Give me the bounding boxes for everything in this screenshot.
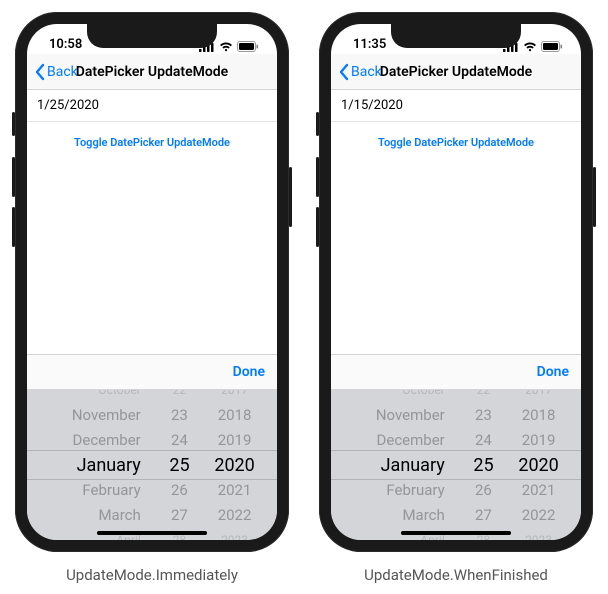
picker-item[interactable]: October [402,390,444,403]
picker-item-selected[interactable]: January [77,453,141,478]
picker-column-year[interactable]: 2017 2018 2019 2020 2021 2022 2023 [202,390,267,540]
home-indicator[interactable] [97,531,207,535]
date-field[interactable]: 1/15/2020 [331,90,581,122]
side-button [316,157,319,197]
status-time: 10:58 [49,37,82,52]
content-area: 1/15/2020 Toggle DatePicker UpdateMode [331,90,581,354]
picker-column-day[interactable]: 22 23 24 25 26 27 28 [461,390,506,540]
input-accessory-bar: Done [331,354,581,390]
battery-icon [237,41,259,52]
screen: 10:58 Back DatePicker UpdateMode 1/25/20… [27,24,277,540]
picker-item[interactable]: 27 [475,503,492,528]
picker-item[interactable]: October [98,390,140,403]
picker-item[interactable]: 22 [477,390,491,403]
picker-column-day[interactable]: 22 23 24 25 26 27 28 [157,390,202,540]
battery-icon [541,41,563,52]
input-accessory-bar: Done [27,354,277,390]
picker-item[interactable]: 23 [475,403,492,428]
picker-item[interactable]: November [72,403,141,428]
picker-item[interactable]: 2018 [218,403,252,428]
side-button [289,167,292,227]
picker-item[interactable]: March [98,503,140,528]
back-label: Back [351,64,382,80]
picker-item[interactable]: 2018 [522,403,556,428]
nav-bar: Back DatePicker UpdateMode [331,54,581,90]
picker-item[interactable]: 2019 [522,428,556,453]
picker-item[interactable]: 26 [171,478,188,503]
content-area: 1/25/2020 Toggle DatePicker UpdateMode [27,90,277,354]
picker-item[interactable]: December [73,428,141,453]
toggle-updatemode-button[interactable]: Toggle DatePicker UpdateMode [27,122,277,163]
picker-item-selected[interactable]: January [381,453,445,478]
wifi-icon [523,42,537,52]
device-frame-left: 10:58 Back DatePicker UpdateMode 1/25/20… [15,12,289,552]
done-button[interactable]: Done [537,364,569,380]
caption-left: UpdateMode.Immediately [66,566,238,584]
picker-item[interactable]: 24 [475,428,492,453]
side-button [316,112,319,136]
picker-item[interactable]: 2023 [525,528,552,541]
picker-item[interactable]: November [376,403,445,428]
date-picker[interactable]: October November December January Februa… [331,390,581,540]
screen: 11:35 Back DatePicker UpdateMode 1/15/20… [331,24,581,540]
picker-item[interactable]: 22 [173,390,187,403]
picker-item[interactable]: 2021 [522,478,556,503]
picker-item[interactable]: 2019 [218,428,252,453]
side-button [316,207,319,247]
back-label: Back [47,64,78,80]
chevron-left-icon [337,63,351,81]
status-time: 11:35 [353,37,386,52]
picker-item-selected[interactable]: 2020 [518,453,558,478]
nav-bar: Back DatePicker UpdateMode [27,54,277,90]
notch [87,24,217,48]
picker-item[interactable]: 2022 [522,503,556,528]
picker-item-selected[interactable]: 25 [473,453,493,478]
picker-item[interactable]: February [82,478,140,503]
picker-column-month[interactable]: October November December January Februa… [37,390,157,540]
notch [391,24,521,48]
caption-right: UpdateMode.WhenFinished [364,566,548,584]
date-field[interactable]: 1/25/2020 [27,90,277,122]
picker-item[interactable]: December [377,428,445,453]
wifi-icon [219,42,233,52]
device-frame-right: 11:35 Back DatePicker UpdateMode 1/15/20… [319,12,593,552]
picker-item[interactable]: 2023 [221,528,248,541]
chevron-left-icon [33,63,47,81]
picker-item[interactable]: March [402,503,444,528]
picker-item[interactable]: 24 [171,428,188,453]
picker-item[interactable]: 2021 [218,478,252,503]
side-button [12,112,15,136]
picker-item[interactable]: February [386,478,444,503]
picker-item[interactable]: 23 [171,403,188,428]
picker-item-selected[interactable]: 2020 [214,453,254,478]
side-button [12,157,15,197]
picker-item-selected[interactable]: 25 [169,453,189,478]
picker-item[interactable]: 2017 [525,390,552,403]
date-picker[interactable]: October November December January Februa… [27,390,277,540]
side-button [12,207,15,247]
picker-item[interactable]: 26 [475,478,492,503]
toggle-updatemode-button[interactable]: Toggle DatePicker UpdateMode [331,122,581,163]
picker-column-year[interactable]: 2017 2018 2019 2020 2021 2022 2023 [506,390,571,540]
picker-column-month[interactable]: October November December January Februa… [341,390,461,540]
picker-item[interactable]: 2017 [221,390,248,403]
side-button [593,167,596,227]
back-button[interactable]: Back [337,63,382,81]
picker-item[interactable]: 27 [171,503,188,528]
back-button[interactable]: Back [33,63,78,81]
home-indicator[interactable] [401,531,511,535]
done-button[interactable]: Done [233,364,265,380]
picker-item[interactable]: 2022 [218,503,252,528]
